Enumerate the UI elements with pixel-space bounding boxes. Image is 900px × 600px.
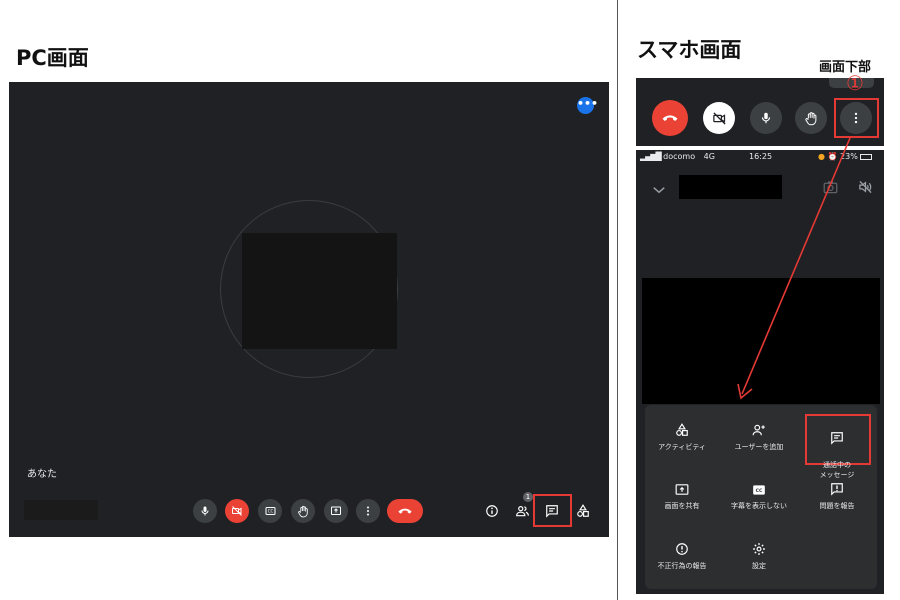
annotation-arrow [737, 137, 851, 400]
arrow-line [741, 137, 851, 395]
